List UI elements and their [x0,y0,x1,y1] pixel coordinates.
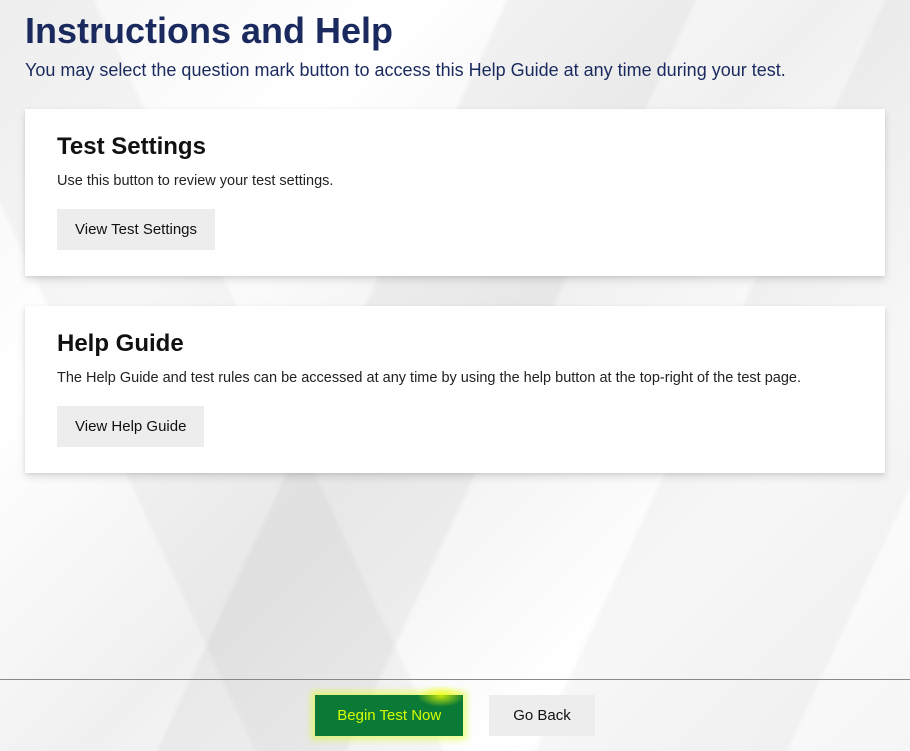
help-guide-title: Help Guide [57,330,853,358]
main-content: Instructions and Help You may select the… [0,0,910,473]
test-settings-description: Use this button to review your test sett… [57,171,853,193]
highlight-annotation [417,685,465,707]
page-subtitle: You may select the question mark button … [25,60,885,81]
page-title: Instructions and Help [25,10,885,52]
test-settings-title: Test Settings [57,133,853,161]
test-settings-card: Test Settings Use this button to review … [25,109,885,276]
view-help-guide-button[interactable]: View Help Guide [57,406,204,447]
help-guide-card: Help Guide The Help Guide and test rules… [25,306,885,473]
help-guide-description: The Help Guide and test rules can be acc… [57,368,853,390]
view-test-settings-button[interactable]: View Test Settings [57,209,215,250]
go-back-button[interactable]: Go Back [489,695,595,736]
footer-bar: Begin Test Now Go Back [0,679,910,751]
begin-test-now-button[interactable]: Begin Test Now [315,695,463,736]
begin-test-label: Begin Test Now [337,707,441,724]
